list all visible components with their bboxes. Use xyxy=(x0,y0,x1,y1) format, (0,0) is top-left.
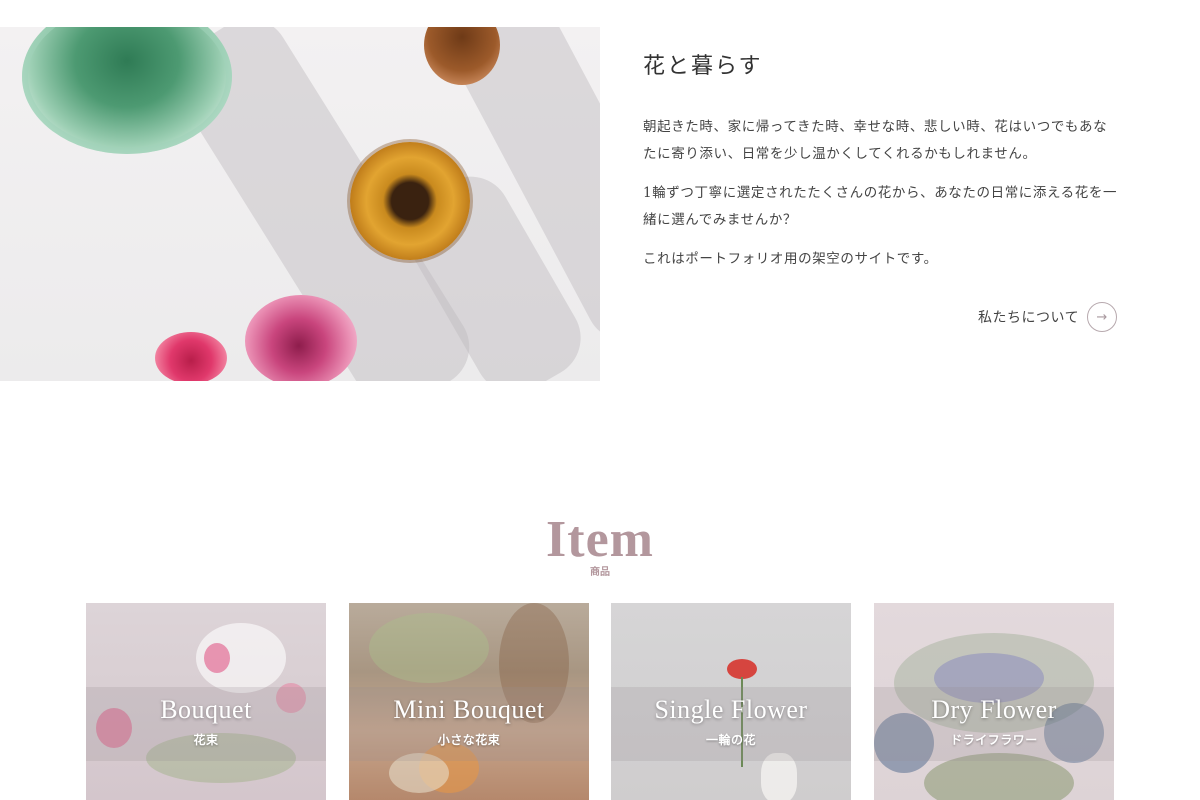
pink-carnation xyxy=(245,295,357,381)
card-dry-flower-title: Dry Flower xyxy=(931,695,1057,724)
card-mini-bouquet-title: Mini Bouquet xyxy=(393,695,545,724)
amber-bottle xyxy=(350,142,470,260)
red-poppy xyxy=(727,659,757,679)
card-single-flower-subtitle: 一輪の花 xyxy=(705,733,756,747)
about-us-link[interactable]: 私たちについて → xyxy=(978,302,1118,332)
hero-photo xyxy=(0,27,600,381)
red-carnation xyxy=(155,332,227,381)
card-dry-flower[interactable]: Dry Flower ドライフラワー xyxy=(874,603,1114,800)
about-us-label: 私たちについて xyxy=(978,310,1080,326)
intro-paragraph-1: 朝起きた時、家に帰ってきた時、幸せな時、悲しい時、花はいつでもあなたに寄り添い、… xyxy=(643,119,1108,162)
card-bouquet-title: Bouquet xyxy=(160,695,252,724)
card-bouquet[interactable]: Bouquet 花束 xyxy=(86,603,326,800)
card-mini-bouquet[interactable]: Mini Bouquet 小さな花束 xyxy=(349,603,589,800)
pink-tulip-blur xyxy=(204,643,230,673)
arrow-right-icon: → xyxy=(1087,302,1118,332)
window-light-blur xyxy=(369,613,489,683)
card-single-flower[interactable]: Single Flower 一輪の花 xyxy=(611,603,851,800)
intro-paragraph-3: これはポートフォリオ用の架空のサイトです。 xyxy=(643,251,938,267)
card-single-flower-title: Single Flower xyxy=(654,695,808,724)
card-mini-bouquet-subtitle: 小さな花束 xyxy=(437,733,501,747)
item-subheading: 商品 xyxy=(590,567,610,578)
intro-paragraph-2: 1輪ずつ丁寧に選定されたたくさんの花から、あなたの日常に添える花を一緒に選んでみ… xyxy=(643,185,1118,228)
card-bouquet-subtitle: 花束 xyxy=(193,733,219,747)
item-cards: Bouquet 花束 Mini Bouquet 小さな花束 Single Flo… xyxy=(86,603,1114,800)
card-dry-flower-subtitle: ドライフラワー xyxy=(950,733,1038,747)
green-glass xyxy=(22,27,232,154)
intro-title: 花と暮らす xyxy=(643,54,763,79)
